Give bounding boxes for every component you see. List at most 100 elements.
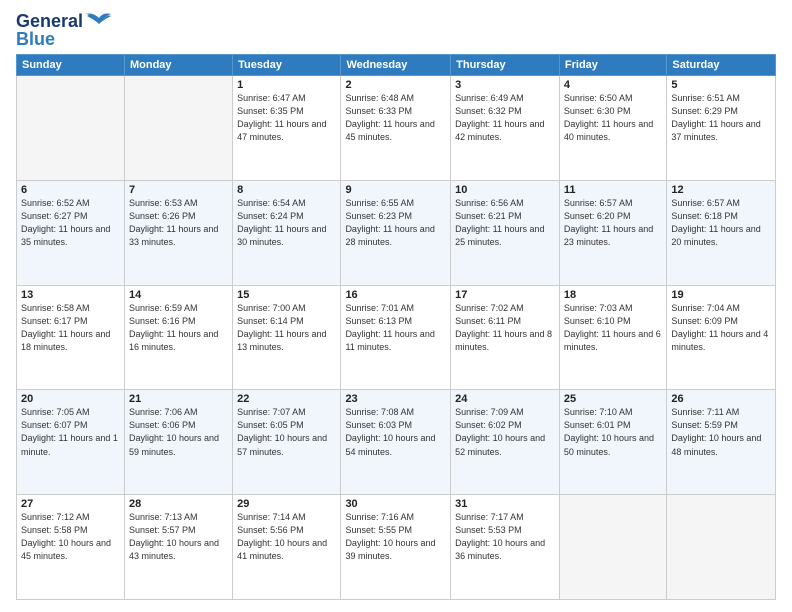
day-info: Sunrise: 7:14 AM Sunset: 5:56 PM Dayligh…	[237, 511, 336, 563]
calendar-cell	[124, 76, 232, 181]
calendar-cell: 22Sunrise: 7:07 AM Sunset: 6:05 PM Dayli…	[233, 390, 341, 495]
day-number: 16	[345, 289, 446, 301]
day-number: 28	[129, 498, 228, 510]
day-info: Sunrise: 6:52 AM Sunset: 6:27 PM Dayligh…	[21, 197, 120, 249]
day-info: Sunrise: 6:56 AM Sunset: 6:21 PM Dayligh…	[455, 197, 555, 249]
calendar-cell: 26Sunrise: 7:11 AM Sunset: 5:59 PM Dayli…	[667, 390, 776, 495]
day-number: 17	[455, 289, 555, 301]
calendar-week-row: 27Sunrise: 7:12 AM Sunset: 5:58 PM Dayli…	[17, 495, 776, 600]
calendar-cell: 24Sunrise: 7:09 AM Sunset: 6:02 PM Dayli…	[451, 390, 560, 495]
calendar-cell: 10Sunrise: 6:56 AM Sunset: 6:21 PM Dayli…	[451, 180, 560, 285]
day-info: Sunrise: 7:05 AM Sunset: 6:07 PM Dayligh…	[21, 406, 120, 458]
calendar-cell: 11Sunrise: 6:57 AM Sunset: 6:20 PM Dayli…	[559, 180, 666, 285]
day-info: Sunrise: 7:04 AM Sunset: 6:09 PM Dayligh…	[671, 302, 771, 354]
day-number: 4	[564, 79, 662, 91]
day-info: Sunrise: 7:09 AM Sunset: 6:02 PM Dayligh…	[455, 406, 555, 458]
day-number: 6	[21, 184, 120, 196]
calendar-cell: 8Sunrise: 6:54 AM Sunset: 6:24 PM Daylig…	[233, 180, 341, 285]
day-number: 25	[564, 393, 662, 405]
calendar-table: SundayMondayTuesdayWednesdayThursdayFrid…	[16, 54, 776, 600]
day-info: Sunrise: 6:51 AM Sunset: 6:29 PM Dayligh…	[671, 92, 771, 144]
calendar-cell: 6Sunrise: 6:52 AM Sunset: 6:27 PM Daylig…	[17, 180, 125, 285]
calendar-header-row: SundayMondayTuesdayWednesdayThursdayFrid…	[17, 55, 776, 76]
day-info: Sunrise: 6:49 AM Sunset: 6:32 PM Dayligh…	[455, 92, 555, 144]
logo-blue: Blue	[16, 29, 55, 49]
logo-bird-icon	[85, 10, 113, 32]
day-info: Sunrise: 7:16 AM Sunset: 5:55 PM Dayligh…	[345, 511, 446, 563]
day-number: 11	[564, 184, 662, 196]
calendar-cell: 13Sunrise: 6:58 AM Sunset: 6:17 PM Dayli…	[17, 285, 125, 390]
day-info: Sunrise: 6:53 AM Sunset: 6:26 PM Dayligh…	[129, 197, 228, 249]
calendar-week-row: 13Sunrise: 6:58 AM Sunset: 6:17 PM Dayli…	[17, 285, 776, 390]
day-number: 23	[345, 393, 446, 405]
day-number: 22	[237, 393, 336, 405]
calendar-cell	[667, 495, 776, 600]
col-header-wednesday: Wednesday	[341, 55, 451, 76]
calendar-cell: 31Sunrise: 7:17 AM Sunset: 5:53 PM Dayli…	[451, 495, 560, 600]
day-number: 9	[345, 184, 446, 196]
day-number: 10	[455, 184, 555, 196]
day-number: 8	[237, 184, 336, 196]
page: General Blue SundayMondayTuesdayWednesda…	[0, 0, 792, 612]
col-header-tuesday: Tuesday	[233, 55, 341, 76]
calendar-cell: 15Sunrise: 7:00 AM Sunset: 6:14 PM Dayli…	[233, 285, 341, 390]
day-number: 3	[455, 79, 555, 91]
day-info: Sunrise: 7:12 AM Sunset: 5:58 PM Dayligh…	[21, 511, 120, 563]
calendar-cell: 25Sunrise: 7:10 AM Sunset: 6:01 PM Dayli…	[559, 390, 666, 495]
day-number: 14	[129, 289, 228, 301]
col-header-friday: Friday	[559, 55, 666, 76]
day-info: Sunrise: 7:17 AM Sunset: 5:53 PM Dayligh…	[455, 511, 555, 563]
calendar-week-row: 6Sunrise: 6:52 AM Sunset: 6:27 PM Daylig…	[17, 180, 776, 285]
calendar-cell: 28Sunrise: 7:13 AM Sunset: 5:57 PM Dayli…	[124, 495, 232, 600]
day-info: Sunrise: 7:08 AM Sunset: 6:03 PM Dayligh…	[345, 406, 446, 458]
day-number: 7	[129, 184, 228, 196]
col-header-monday: Monday	[124, 55, 232, 76]
logo: General Blue	[16, 12, 113, 48]
calendar-cell: 3Sunrise: 6:49 AM Sunset: 6:32 PM Daylig…	[451, 76, 560, 181]
day-info: Sunrise: 7:13 AM Sunset: 5:57 PM Dayligh…	[129, 511, 228, 563]
day-info: Sunrise: 6:48 AM Sunset: 6:33 PM Dayligh…	[345, 92, 446, 144]
day-number: 15	[237, 289, 336, 301]
day-number: 5	[671, 79, 771, 91]
day-number: 30	[345, 498, 446, 510]
day-info: Sunrise: 7:01 AM Sunset: 6:13 PM Dayligh…	[345, 302, 446, 354]
calendar-cell: 2Sunrise: 6:48 AM Sunset: 6:33 PM Daylig…	[341, 76, 451, 181]
day-number: 13	[21, 289, 120, 301]
calendar-cell	[559, 495, 666, 600]
day-info: Sunrise: 7:02 AM Sunset: 6:11 PM Dayligh…	[455, 302, 555, 354]
calendar-cell: 4Sunrise: 6:50 AM Sunset: 6:30 PM Daylig…	[559, 76, 666, 181]
day-number: 27	[21, 498, 120, 510]
day-number: 12	[671, 184, 771, 196]
col-header-saturday: Saturday	[667, 55, 776, 76]
calendar-cell: 14Sunrise: 6:59 AM Sunset: 6:16 PM Dayli…	[124, 285, 232, 390]
day-info: Sunrise: 6:54 AM Sunset: 6:24 PM Dayligh…	[237, 197, 336, 249]
header: General Blue	[16, 12, 776, 48]
calendar-cell: 7Sunrise: 6:53 AM Sunset: 6:26 PM Daylig…	[124, 180, 232, 285]
calendar-cell: 18Sunrise: 7:03 AM Sunset: 6:10 PM Dayli…	[559, 285, 666, 390]
day-number: 21	[129, 393, 228, 405]
day-number: 18	[564, 289, 662, 301]
calendar-cell: 27Sunrise: 7:12 AM Sunset: 5:58 PM Dayli…	[17, 495, 125, 600]
calendar-cell: 30Sunrise: 7:16 AM Sunset: 5:55 PM Dayli…	[341, 495, 451, 600]
calendar-cell: 20Sunrise: 7:05 AM Sunset: 6:07 PM Dayli…	[17, 390, 125, 495]
day-info: Sunrise: 7:03 AM Sunset: 6:10 PM Dayligh…	[564, 302, 662, 354]
calendar-cell: 12Sunrise: 6:57 AM Sunset: 6:18 PM Dayli…	[667, 180, 776, 285]
day-info: Sunrise: 7:00 AM Sunset: 6:14 PM Dayligh…	[237, 302, 336, 354]
calendar-cell: 1Sunrise: 6:47 AM Sunset: 6:35 PM Daylig…	[233, 76, 341, 181]
day-info: Sunrise: 6:58 AM Sunset: 6:17 PM Dayligh…	[21, 302, 120, 354]
day-number: 29	[237, 498, 336, 510]
calendar-cell: 9Sunrise: 6:55 AM Sunset: 6:23 PM Daylig…	[341, 180, 451, 285]
day-info: Sunrise: 6:50 AM Sunset: 6:30 PM Dayligh…	[564, 92, 662, 144]
day-number: 2	[345, 79, 446, 91]
logo-text: General Blue	[16, 12, 83, 48]
day-info: Sunrise: 6:57 AM Sunset: 6:18 PM Dayligh…	[671, 197, 771, 249]
day-info: Sunrise: 7:06 AM Sunset: 6:06 PM Dayligh…	[129, 406, 228, 458]
day-info: Sunrise: 6:55 AM Sunset: 6:23 PM Dayligh…	[345, 197, 446, 249]
day-info: Sunrise: 7:10 AM Sunset: 6:01 PM Dayligh…	[564, 406, 662, 458]
day-info: Sunrise: 6:47 AM Sunset: 6:35 PM Dayligh…	[237, 92, 336, 144]
calendar-cell: 21Sunrise: 7:06 AM Sunset: 6:06 PM Dayli…	[124, 390, 232, 495]
day-info: Sunrise: 6:57 AM Sunset: 6:20 PM Dayligh…	[564, 197, 662, 249]
calendar-week-row: 20Sunrise: 7:05 AM Sunset: 6:07 PM Dayli…	[17, 390, 776, 495]
calendar-cell: 19Sunrise: 7:04 AM Sunset: 6:09 PM Dayli…	[667, 285, 776, 390]
col-header-sunday: Sunday	[17, 55, 125, 76]
